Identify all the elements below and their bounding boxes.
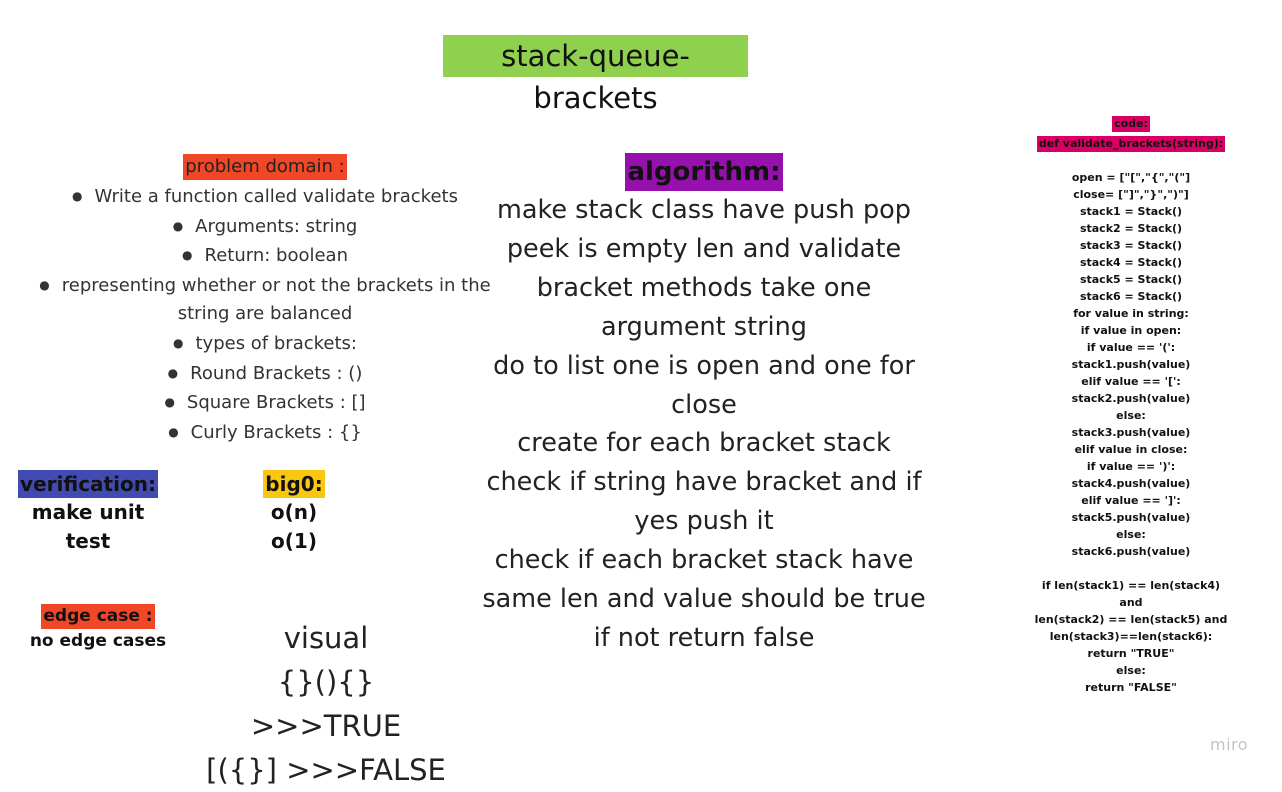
code-line: stack2 = Stack() xyxy=(1079,222,1183,235)
code-line: if value == ')': xyxy=(1086,460,1176,473)
edge-case-note[interactable]: edge case : no edge cases xyxy=(28,604,168,654)
bullet-icon: ● xyxy=(173,335,184,350)
algorithm-line: peek is empty len and validate xyxy=(506,233,902,264)
bullet-icon: ● xyxy=(167,365,179,380)
code-line: elif value == ']': xyxy=(1081,494,1181,507)
code-line: return "FALSE" xyxy=(1085,681,1177,694)
visual-example: {}(){} >>>TRUE xyxy=(250,665,402,743)
code-line: else: xyxy=(1116,664,1146,677)
algorithm-line: make stack class have push pop xyxy=(497,195,911,225)
big0-line: o(1) xyxy=(271,529,317,553)
list-item: ● Square Brackets : [] xyxy=(164,392,366,414)
bullet-icon: ● xyxy=(164,395,175,410)
code-line: else: xyxy=(1116,409,1146,422)
code-lines: open = ["[","{","("] close= ["]","}",")"]… xyxy=(1030,152,1232,696)
code-line: stack3.push(value) xyxy=(1071,426,1191,439)
list-item: ● types of brackets: xyxy=(173,332,357,354)
problem-domain-note[interactable]: problem domain : ● Write a function calle… xyxy=(20,154,510,447)
big0-line: o(n) xyxy=(270,500,318,524)
code-line: if value in open: xyxy=(1080,324,1182,337)
list-item: ● Round Brackets : () xyxy=(167,362,363,384)
code-line: else: xyxy=(1116,528,1146,541)
problem-domain-list: ● Write a function called validate bracke… xyxy=(20,182,510,447)
code-line: close= ["]","}",")"] xyxy=(1073,188,1189,201)
visual-example: [({}] >>>FALSE xyxy=(206,753,446,787)
list-item: ● Write a function called validate bracke… xyxy=(72,186,458,207)
big0-note[interactable]: big0: o(n) o(1) xyxy=(244,470,344,556)
code-line: elif value == '[': xyxy=(1081,375,1181,388)
algorithm-note[interactable]: algorithm: make stack class have push po… xyxy=(480,153,928,658)
code-line: stack3 = Stack() xyxy=(1079,239,1183,252)
bullet-icon: ● xyxy=(182,248,193,263)
code-line: return "TRUE" xyxy=(1087,647,1175,660)
code-line: stack1 = Stack() xyxy=(1079,205,1183,218)
edge-case-heading: edge case : xyxy=(41,604,155,629)
board-title[interactable]: stack-queue-brackets xyxy=(443,35,748,115)
code-line: stack4 = Stack() xyxy=(1079,256,1183,269)
code-line: stack5 = Stack() xyxy=(1079,273,1183,286)
algorithm-line: create for each bracket stack xyxy=(517,428,891,459)
verification-heading: verification: xyxy=(18,470,158,498)
list-item: ● Curly Brackets : {} xyxy=(168,421,362,443)
problem-domain-heading: problem domain : xyxy=(183,154,347,180)
algorithm-line: bracket methods take one xyxy=(536,272,872,303)
list-item: ● Arguments: string xyxy=(172,215,358,237)
code-signature: def validate_brackets(string): xyxy=(1036,136,1226,152)
verification-line: make unit xyxy=(31,500,145,524)
algorithm-line: if not return false xyxy=(593,622,815,653)
code-line: stack4.push(value) xyxy=(1071,477,1191,490)
list-item: ● representing whether or not the bracket… xyxy=(39,274,491,296)
code-line: stack6.push(value) xyxy=(1071,545,1191,558)
code-line: if len(stack1) == len(stack4) and xyxy=(1041,579,1221,609)
list-item: ● Return: boolean xyxy=(182,245,348,267)
code-line: for value in string: xyxy=(1073,307,1189,320)
algorithm-line: close xyxy=(671,389,737,420)
bullet-icon: ● xyxy=(172,218,184,233)
algorithm-heading: algorithm: xyxy=(625,153,783,191)
code-note[interactable]: code: def validate_brackets(string): ope… xyxy=(1030,112,1232,696)
visual-heading: visual xyxy=(283,621,369,655)
verification-line: test xyxy=(65,529,111,553)
algorithm-line: yes push it xyxy=(634,506,774,537)
algorithm-line: check if each bracket stack have xyxy=(494,545,914,576)
code-line: stack6 = Stack() xyxy=(1079,290,1183,303)
verification-note[interactable]: verification: make unit test xyxy=(18,470,158,556)
bullet-icon: ● xyxy=(39,277,50,292)
code-line: stack5.push(value) xyxy=(1071,511,1191,524)
code-line: stack1.push(value) xyxy=(1071,358,1191,371)
bullet-icon: ● xyxy=(168,424,179,439)
code-line: stack2.push(value) xyxy=(1071,392,1191,405)
big0-heading: big0: xyxy=(263,470,325,498)
algorithm-line: argument string xyxy=(600,311,807,342)
algorithm-line: check if string have bracket and if xyxy=(486,467,922,498)
miro-logo: miro xyxy=(1210,735,1249,754)
edge-case-body: no edge cases xyxy=(29,631,167,651)
code-line: if value == '(': xyxy=(1086,341,1176,354)
code-line: elif value in close: xyxy=(1074,443,1188,456)
visual-note[interactable]: visual {}(){} >>>TRUE [({}] >>>FALSE xyxy=(206,616,446,792)
code-line: open = ["[","{","("] xyxy=(1071,171,1191,184)
algorithm-line: same len and value should be true xyxy=(482,584,926,615)
code-line: len(stack3)==len(stack6): xyxy=(1049,630,1213,643)
bullet-icon: ● xyxy=(72,189,83,203)
algorithm-line: do to list one is open and one for xyxy=(493,350,915,381)
code-line: len(stack2) == len(stack5) and xyxy=(1034,613,1228,626)
list-item: string are balanced xyxy=(177,303,353,325)
code-heading: code: xyxy=(1112,116,1150,132)
